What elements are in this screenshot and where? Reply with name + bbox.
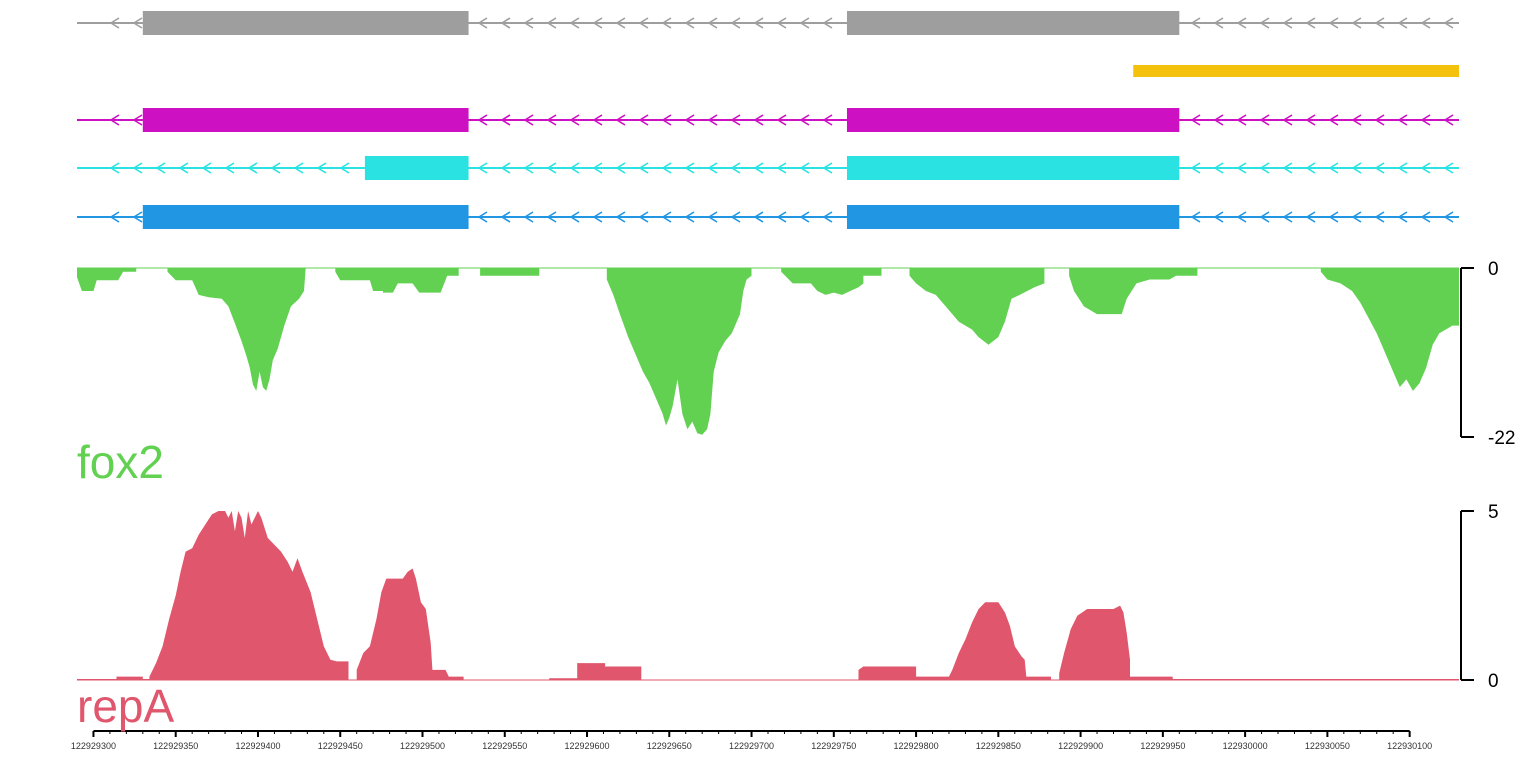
exon-block — [142, 11, 469, 35]
exon-block — [846, 108, 1180, 132]
repA-track: 05 — [77, 502, 1499, 692]
exon-block — [1133, 65, 1459, 77]
gene-model-row — [77, 108, 1459, 132]
fox2-track: 0 -22 — [77, 259, 1515, 449]
genome-browser-plot: 0-22 05 122929300 122929350 122929400 12292… — [71, 11, 1515, 751]
x-tick-label: 122930000 — [1223, 741, 1268, 751]
gene-model-row — [1133, 65, 1459, 77]
y-tick-label: 0 — [1488, 671, 1499, 692]
x-tick-label: 122929500 — [400, 741, 445, 751]
exon-block — [364, 156, 469, 180]
x-tick-label: 122930100 — [1387, 741, 1432, 751]
x-tick-label: 122929950 — [1140, 741, 1185, 751]
repA-y-axis: 05 — [1460, 502, 1499, 692]
exon-block — [846, 156, 1180, 180]
x-tick-label: 122929550 — [482, 741, 527, 751]
exon-block — [846, 11, 1180, 35]
x-tick-label: 122929800 — [894, 741, 939, 751]
y-tick-label: -22 — [1488, 428, 1515, 449]
genomic-coordinate-axis: 122929300 122929350 122929400 122929450 1229… — [71, 730, 1432, 751]
x-tick-label: 122929300 — [71, 741, 116, 751]
x-tick-label: 122929700 — [729, 741, 774, 751]
repA-track-label: repA — [77, 680, 175, 732]
fox2-coverage-area — [77, 268, 1459, 435]
x-tick-label: 122929850 — [976, 741, 1021, 751]
x-tick-label: 122929900 — [1058, 741, 1103, 751]
x-tick-label: 122930050 — [1305, 741, 1350, 751]
fox2-track-label: fox2 — [77, 436, 164, 488]
x-tick-label: 122929350 — [153, 741, 198, 751]
gene-model-row — [77, 11, 1459, 35]
y-tick-label: 0 — [1488, 259, 1499, 280]
x-tick-label: 122929750 — [811, 741, 856, 751]
x-tick-label: 122929650 — [647, 741, 692, 751]
x-tick-label: 122929450 — [318, 741, 363, 751]
exon-block — [142, 108, 469, 132]
gene-models — [77, 11, 1459, 229]
exon-block — [846, 205, 1180, 229]
exon-block — [142, 205, 469, 229]
gene-model-row — [77, 205, 1459, 229]
fox2-y-axis: 0 -22 — [1460, 259, 1515, 449]
x-tick-label: 122929400 — [235, 741, 280, 751]
x-tick-label: 122929600 — [564, 741, 609, 751]
y-tick-label: 5 — [1488, 502, 1499, 523]
repA-coverage-area — [77, 511, 1459, 680]
gene-model-row — [77, 156, 1459, 180]
